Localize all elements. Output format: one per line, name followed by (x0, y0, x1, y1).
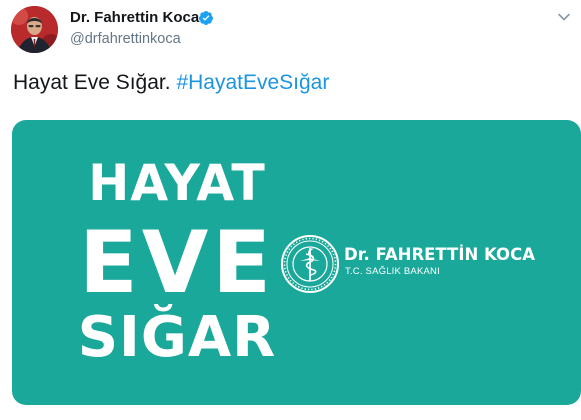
brand-subtitle: T.C. SAĞLIK BAKANI (345, 266, 440, 277)
author-handle[interactable]: @drfahrettinkoca (70, 30, 181, 48)
author-name[interactable]: Dr. Fahrettin Koca (70, 9, 199, 27)
tweet-card: Dr. Fahrettin Koca @drfahrettinkoca Haya… (0, 0, 581, 420)
headline-hayat: HAYAT (88, 154, 266, 212)
avatar[interactable] (11, 6, 58, 53)
tweet-text: Hayat Eve Sığar. #HayatEveSığar (13, 70, 329, 96)
chevron-down-icon[interactable] (557, 10, 571, 24)
tweet-media-image[interactable]: HAYAT EVE SIĞAR Dr. FAHRETTİN KOCA T.C. … (12, 120, 581, 405)
headline-eve: EVE (78, 213, 276, 313)
verified-badge-icon (198, 11, 213, 25)
ministry-seal-icon (281, 235, 339, 293)
tweet-body: Hayat Eve Sığar. (13, 71, 171, 94)
headline-sigar: SIĞAR (77, 305, 277, 370)
hashtag-link[interactable]: #HayatEveSığar (176, 71, 329, 94)
brand-name: Dr. FAHRETTİN KOCA (344, 245, 535, 264)
